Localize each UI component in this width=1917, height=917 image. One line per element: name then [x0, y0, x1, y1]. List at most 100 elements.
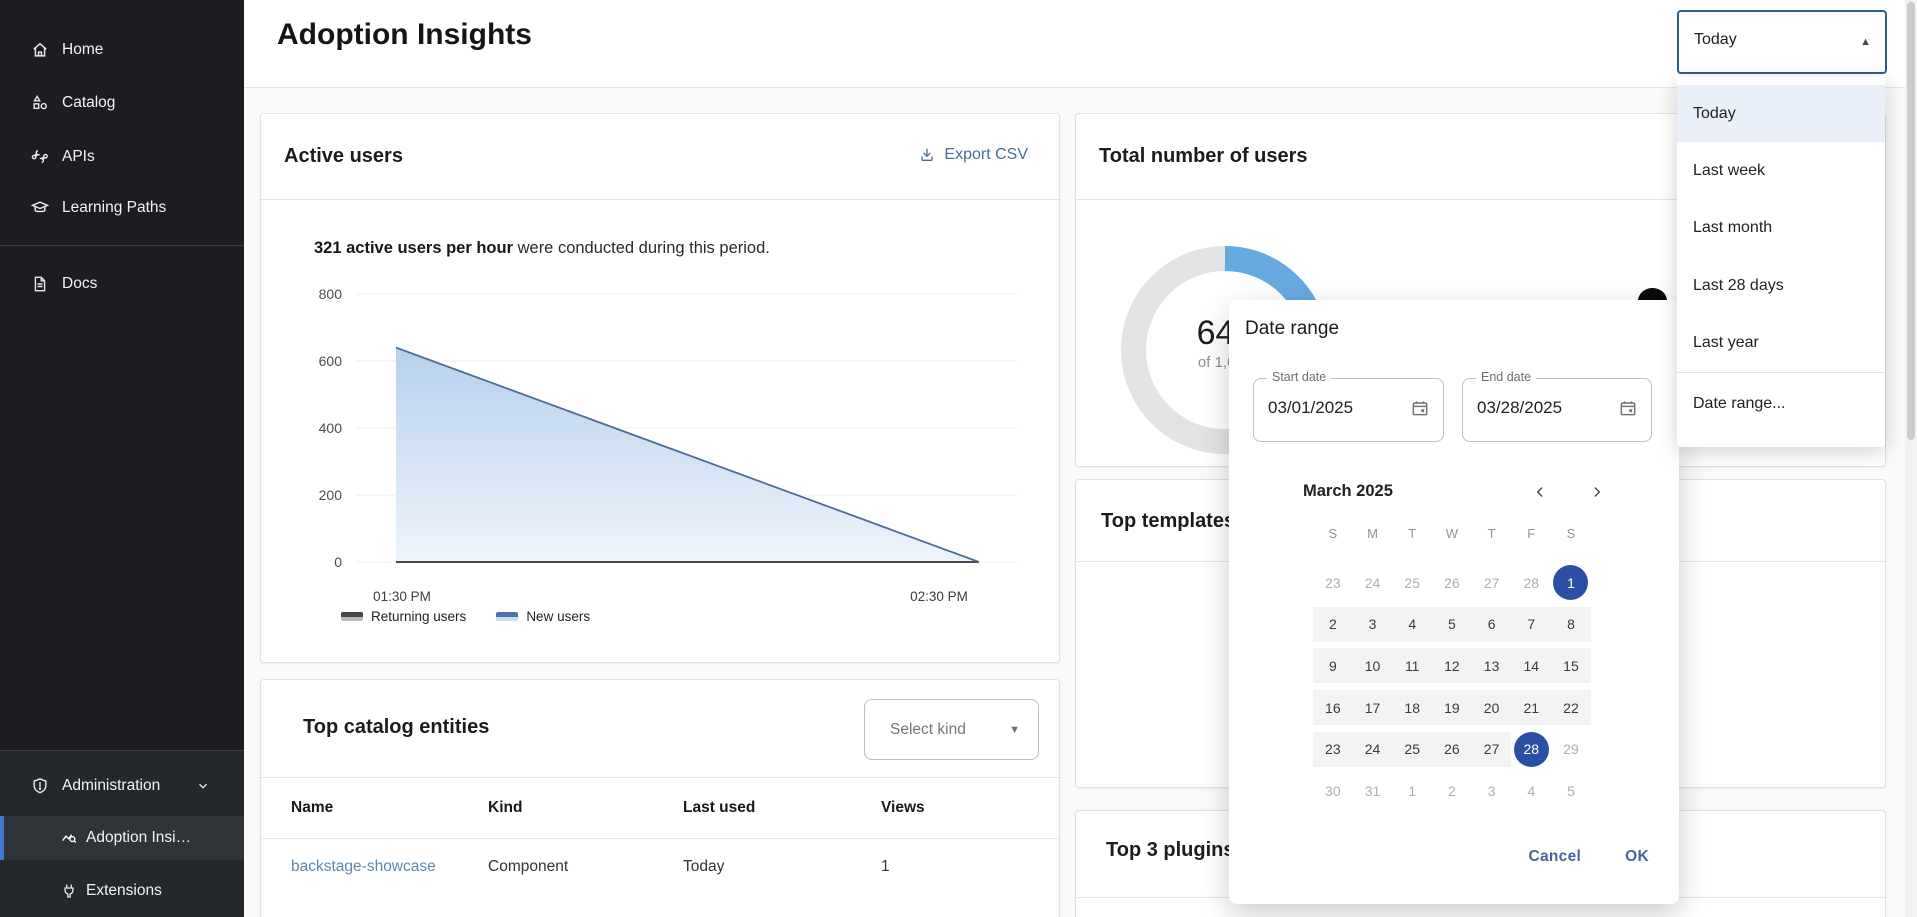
catalog-icon [30, 93, 50, 113]
page-header: Adoption Insights [244, 0, 1917, 88]
dialog-title: Date range [1245, 318, 1339, 340]
sidebar-item-label: Administration [62, 777, 160, 795]
weekday-label: T [1472, 526, 1512, 541]
entity-views: 1 [881, 858, 890, 876]
calendar-day[interactable]: 8 [1551, 607, 1591, 642]
sidebar-item-catalog[interactable]: Catalog [0, 81, 244, 125]
sidebar-item-administration[interactable]: Administration [0, 764, 244, 808]
sidebar-item-docs[interactable]: Docs [0, 262, 244, 306]
date-range-select-value: Today [1694, 31, 1737, 49]
sidebar-item-apis[interactable]: APIs [0, 135, 244, 179]
menu-item-last-week[interactable]: Last week [1677, 142, 1885, 199]
calendar-day[interactable]: 13 [1472, 648, 1512, 683]
calendar-icon[interactable] [1410, 398, 1430, 418]
menu-item-date-range[interactable]: Date range... [1677, 374, 1885, 433]
calendar-day[interactable]: 26 [1432, 562, 1472, 604]
legend-swatch-new [496, 612, 518, 621]
start-date-label: Start date [1267, 370, 1331, 384]
calendar-day[interactable]: 21 [1511, 690, 1551, 725]
calendar-day[interactable]: 5 [1551, 770, 1591, 812]
calendar-day[interactable]: 2 [1313, 607, 1353, 642]
sidebar-item-adoption-insights[interactable]: Adoption Insights [0, 816, 244, 860]
calendar-day[interactable]: 17 [1353, 690, 1393, 725]
calendar-day[interactable]: 3 [1353, 607, 1393, 642]
sidebar-item-label: APIs [62, 148, 95, 166]
column-header-kind: Kind [488, 799, 522, 817]
export-csv-button[interactable]: Export CSV [919, 146, 1028, 164]
page-scrollbar[interactable] [1905, 0, 1917, 917]
calendar-day[interactable]: 1 [1553, 565, 1588, 600]
download-icon [919, 147, 935, 163]
calendar-day[interactable]: 3 [1472, 770, 1512, 812]
menu-item-last-month[interactable]: Last month [1677, 200, 1885, 257]
ok-button[interactable]: OK [1625, 848, 1649, 866]
plug-icon [60, 882, 78, 900]
calendar-day[interactable]: 25 [1392, 732, 1432, 767]
calendar-day[interactable]: 12 [1432, 648, 1472, 683]
previous-month-button[interactable] [1525, 477, 1555, 507]
calendar-day[interactable]: 5 [1432, 607, 1472, 642]
weekday-label: W [1432, 526, 1472, 541]
calendar-day[interactable]: 29 [1551, 728, 1591, 770]
svg-text:400: 400 [319, 420, 343, 436]
calendar-day[interactable]: 27 [1472, 562, 1512, 604]
calendar-day[interactable]: 9 [1313, 648, 1353, 683]
calendar-day[interactable]: 26 [1432, 732, 1472, 767]
calendar-weekday-row: SMTWTFS [1313, 526, 1591, 541]
entity-last-used: Today [683, 858, 724, 876]
calendar-day[interactable]: 11 [1392, 648, 1432, 683]
calendar-day[interactable]: 31 [1353, 770, 1393, 812]
calendar-day[interactable]: 24 [1353, 562, 1393, 604]
entity-link[interactable]: backstage-showcase [291, 858, 436, 876]
calendar-day[interactable]: 27 [1472, 732, 1512, 767]
sidebar-item-label: Extensions [86, 882, 162, 900]
calendar-day[interactable]: 24 [1353, 732, 1393, 767]
calendar-day[interactable]: 18 [1392, 690, 1432, 725]
calendar-day[interactable]: 6 [1472, 607, 1512, 642]
calendar-day[interactable]: 16 [1313, 690, 1353, 725]
calendar-day[interactable]: 22 [1551, 690, 1591, 725]
table-row-partial [261, 896, 1059, 917]
menu-item-last-28-days[interactable]: Last 28 days [1677, 257, 1885, 314]
calendar-icon[interactable] [1618, 398, 1638, 418]
calendar-day[interactable]: 25 [1392, 562, 1432, 604]
svg-text:0: 0 [334, 554, 342, 570]
calendar-day[interactable]: 15 [1551, 648, 1591, 683]
date-range-select[interactable]: Today ▲ [1677, 10, 1887, 74]
table-header-row: Name Kind Last used Views [261, 777, 1059, 839]
menu-item-last-year[interactable]: Last year [1677, 314, 1885, 371]
x-axis-label: 01:30 PM [357, 589, 447, 604]
column-header-views: Views [881, 799, 925, 817]
calendar-day[interactable]: 2 [1432, 770, 1472, 812]
select-kind-dropdown[interactable]: Select kind ▼ [864, 699, 1039, 760]
start-date-field[interactable]: Start date 03/01/2025 [1253, 378, 1444, 442]
learning-paths-icon [30, 198, 50, 218]
card-header: Top catalog entities Select kind ▼ [261, 680, 1059, 778]
calendar-day[interactable]: 28 [1514, 732, 1549, 767]
calendar-day[interactable]: 28 [1511, 562, 1551, 604]
sidebar-item-home[interactable]: Home [0, 28, 244, 72]
calendar-day[interactable]: 19 [1432, 690, 1472, 725]
svg-text:600: 600 [319, 353, 343, 369]
calendar-day[interactable]: 4 [1392, 607, 1432, 642]
calendar-day[interactable]: 7 [1511, 607, 1551, 642]
date-range-dialog: Date range Start date 03/01/2025 End dat… [1229, 300, 1679, 904]
docs-icon [30, 274, 50, 294]
calendar-day[interactable]: 4 [1511, 770, 1551, 812]
sidebar-item-label: Home [62, 41, 103, 59]
calendar-day[interactable]: 30 [1313, 770, 1353, 812]
calendar-day[interactable]: 1 [1392, 770, 1432, 812]
calendar-day[interactable]: 10 [1353, 648, 1393, 683]
end-date-field[interactable]: End date 03/28/2025 [1462, 378, 1652, 442]
sidebar-item-learning-paths[interactable]: Learning Paths [0, 186, 244, 230]
menu-item-today[interactable]: Today [1677, 85, 1885, 142]
calendar-day[interactable]: 20 [1472, 690, 1512, 725]
sidebar-item-extensions[interactable]: Extensions [0, 869, 244, 913]
calendar-day[interactable]: 23 [1313, 732, 1353, 767]
next-month-button[interactable] [1582, 477, 1612, 507]
svg-text:200: 200 [319, 487, 343, 503]
calendar-day[interactable]: 14 [1511, 648, 1551, 683]
scrollbar-thumb[interactable] [1907, 2, 1915, 440]
cancel-button[interactable]: Cancel [1529, 848, 1582, 866]
calendar-day[interactable]: 23 [1313, 562, 1353, 604]
